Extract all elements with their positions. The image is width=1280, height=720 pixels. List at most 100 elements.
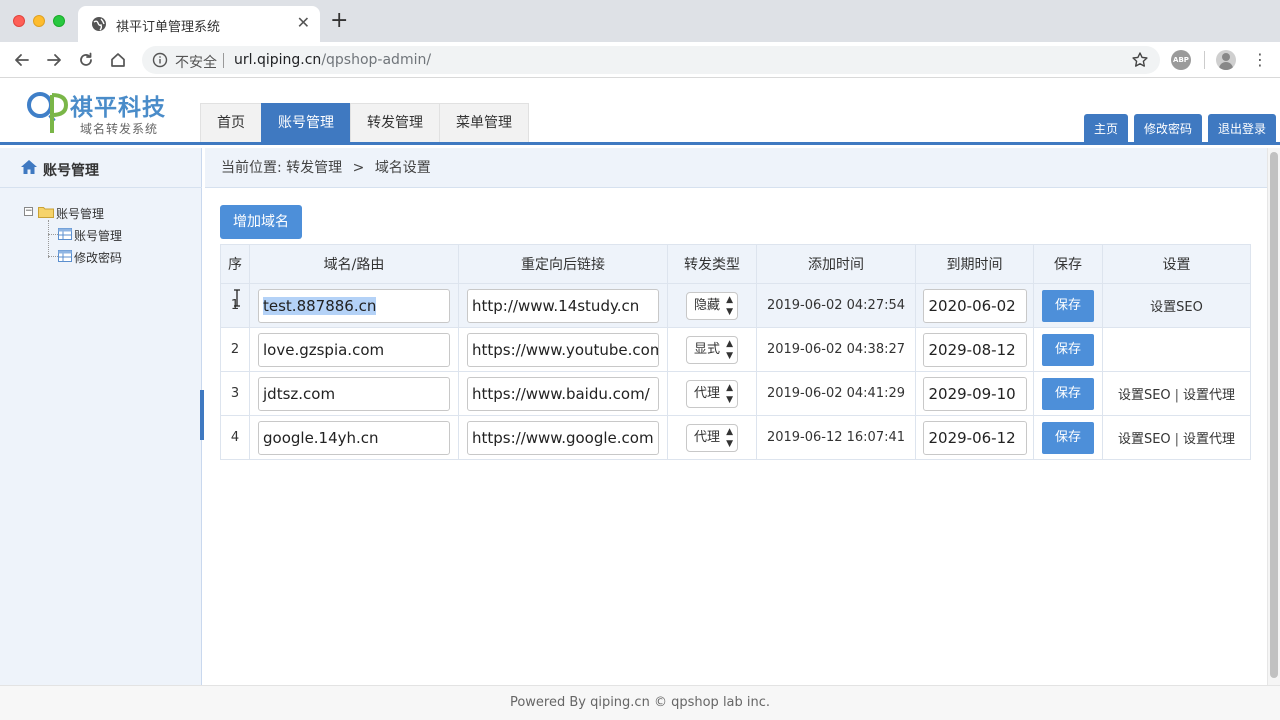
save-cell: 保存 — [1033, 327, 1103, 372]
settings-link[interactable]: 设置SEO — [1118, 388, 1171, 403]
type-cell: 代理 ▲ ▼ — [667, 415, 757, 460]
expires-value: 2029-09-10 — [928, 384, 1016, 403]
save-button[interactable]: 保存 — [1042, 377, 1094, 410]
redirect-input[interactable]: http://www.14study.cn — [467, 288, 659, 323]
row-number: 3 — [220, 371, 250, 416]
window-minimize-icon[interactable] — [33, 15, 45, 27]
toolbar-divider — [1204, 51, 1205, 69]
change-password-link[interactable]: 修改密码 — [1133, 114, 1202, 142]
domain-input[interactable]: google.14yh.cn — [258, 420, 450, 455]
sidebar: 账号管理 − 账号管理 账号管理 修改密码 — [0, 148, 202, 685]
settings-link[interactable]: 设置代理 — [1183, 388, 1235, 403]
bookmark-star-icon[interactable] — [1131, 51, 1149, 69]
row-number: 4 — [220, 415, 250, 460]
header-redirect: 重定向后链接 — [458, 244, 668, 284]
expires-input[interactable]: 2029-08-12 — [922, 332, 1027, 367]
collapse-icon[interactable]: − — [24, 207, 33, 216]
expires-input[interactable]: 2029-06-12 — [922, 420, 1027, 455]
nav-home[interactable]: 首页 — [200, 103, 262, 142]
omnibox[interactable]: 不安全 url.qiping.cn/qpshop-admin/ — [142, 46, 1160, 74]
save-button[interactable]: 保存 — [1042, 333, 1094, 366]
company-logo[interactable]: 祺平科技 域名转发系统 — [26, 87, 186, 137]
forward-type-select[interactable]: 代理 ▲ ▼ — [686, 423, 738, 452]
logout-link[interactable]: 退出登录 — [1207, 114, 1276, 142]
forward-type-value: 代理 — [694, 385, 721, 401]
redirect-input[interactable]: https://www.youtube.com — [467, 332, 659, 367]
homepage-link[interactable]: 主页 — [1083, 114, 1128, 142]
info-icon[interactable] — [152, 52, 168, 68]
window-close-icon[interactable] — [13, 15, 25, 27]
breadcrumb-prefix: 当前位置: — [221, 160, 282, 176]
window-maximize-icon[interactable] — [53, 15, 65, 27]
profile-avatar-icon[interactable] — [1216, 50, 1236, 70]
expires-value: 2020-06-02 — [928, 296, 1016, 315]
breadcrumb-item[interactable]: 转发管理 — [286, 160, 342, 176]
domain-input[interactable]: test.887886.cn — [258, 288, 450, 323]
footer: Powered By qiping.cn © qpshop lab inc. — [0, 685, 1280, 720]
expires-input[interactable]: 2020-06-02 — [922, 288, 1027, 323]
breadcrumb: 当前位置: 转发管理 > 域名设置 — [205, 148, 1267, 188]
settings-link[interactable]: 设置SEO — [1150, 300, 1203, 315]
url-path: /qpshop-admin/ — [321, 52, 432, 68]
redirect-input[interactable]: https://www.google.com — [467, 420, 659, 455]
footer-text: Powered By qiping.cn © qpshop lab inc. — [509, 695, 771, 710]
url-host: url.qiping.cn — [234, 52, 322, 68]
domain-input[interactable]: love.gzspia.com — [258, 332, 450, 367]
save-button[interactable]: 保存 — [1042, 289, 1094, 322]
text-cursor-icon — [232, 289, 242, 307]
logo-subtitle: 域名转发系统 — [80, 122, 159, 136]
header-settings: 设置 — [1102, 244, 1251, 284]
forward-type-select[interactable]: 代理 ▲ ▼ — [686, 379, 738, 408]
browser-tab-bar: 祺平订单管理系统 ✕ + — [0, 0, 1280, 42]
save-cell: 保存 — [1033, 415, 1103, 460]
redirect-cell: https://www.baidu.com/ — [458, 371, 668, 416]
added-time: 2019-06-12 16:07:41 — [756, 415, 916, 460]
forward-type-select[interactable]: 显式 ▲ ▼ — [686, 335, 738, 364]
type-cell: 隐藏 ▲ ▼ — [667, 283, 757, 328]
reload-icon[interactable] — [77, 51, 95, 69]
domain-input[interactable]: jdtsz.com — [258, 376, 450, 411]
settings-link[interactable]: 设置SEO — [1118, 432, 1171, 447]
new-tab-icon[interactable]: + — [330, 10, 348, 32]
forward-type-select[interactable]: 隐藏 ▲ ▼ — [686, 291, 738, 320]
type-cell: 代理 ▲ ▼ — [667, 371, 757, 416]
settings-separator: | — [1174, 432, 1180, 447]
nav-forwarding[interactable]: 转发管理 — [350, 103, 440, 142]
url-text[interactable]: url.qiping.cn/qpshop-admin/ — [234, 52, 431, 68]
header-links: 主页 修改密码 退出登录 — [1083, 114, 1276, 142]
domain-cell: google.14yh.cn — [249, 415, 459, 460]
sidebar-header: 账号管理 — [0, 148, 202, 188]
nav-menus[interactable]: 菜单管理 — [439, 103, 529, 142]
save-button[interactable]: 保存 — [1042, 421, 1094, 454]
header-type: 转发类型 — [667, 244, 757, 284]
back-icon[interactable] — [13, 51, 31, 69]
settings-link[interactable]: 设置代理 — [1183, 432, 1235, 447]
content-scrollbar[interactable] — [1267, 148, 1280, 685]
browser-menu-icon[interactable]: ⋮ — [1252, 50, 1268, 70]
sidebar-splitter[interactable] — [200, 390, 204, 440]
table-icon — [58, 228, 72, 240]
sidebar-item-label: 账号管理 — [74, 229, 123, 243]
settings-cell — [1102, 327, 1251, 372]
close-tab-icon[interactable]: ✕ — [297, 14, 310, 32]
breadcrumb-separator: > — [352, 160, 365, 176]
row-number: 2 — [220, 327, 250, 372]
forward-type-value: 代理 — [694, 429, 721, 445]
forward-icon[interactable] — [45, 51, 63, 69]
expires-input[interactable]: 2029-09-10 — [922, 376, 1027, 411]
browser-tab[interactable]: 祺平订单管理系统 ✕ — [78, 6, 320, 42]
settings-cell: 设置SEO | 设置代理 — [1102, 371, 1251, 416]
add-domain-button[interactable]: 增加域名 — [220, 205, 302, 239]
redirect-input[interactable]: https://www.baidu.com/ — [467, 376, 659, 411]
omnibox-divider — [223, 53, 224, 68]
adblock-icon[interactable]: ABP — [1171, 50, 1191, 70]
main-nav: 首页 账号管理 转发管理 菜单管理 — [200, 103, 529, 142]
added-time: 2019-06-02 04:38:27 — [756, 327, 916, 372]
scrollbar-thumb[interactable] — [1270, 152, 1278, 678]
header-expires: 到期时间 — [915, 244, 1034, 284]
nav-accounts[interactable]: 账号管理 — [261, 103, 351, 142]
select-arrows-icon: ▲ ▼ — [726, 338, 733, 361]
sidebar-item-label: 修改密码 — [74, 251, 123, 265]
qp-logo-icon — [27, 92, 69, 133]
home-icon[interactable] — [109, 51, 127, 69]
